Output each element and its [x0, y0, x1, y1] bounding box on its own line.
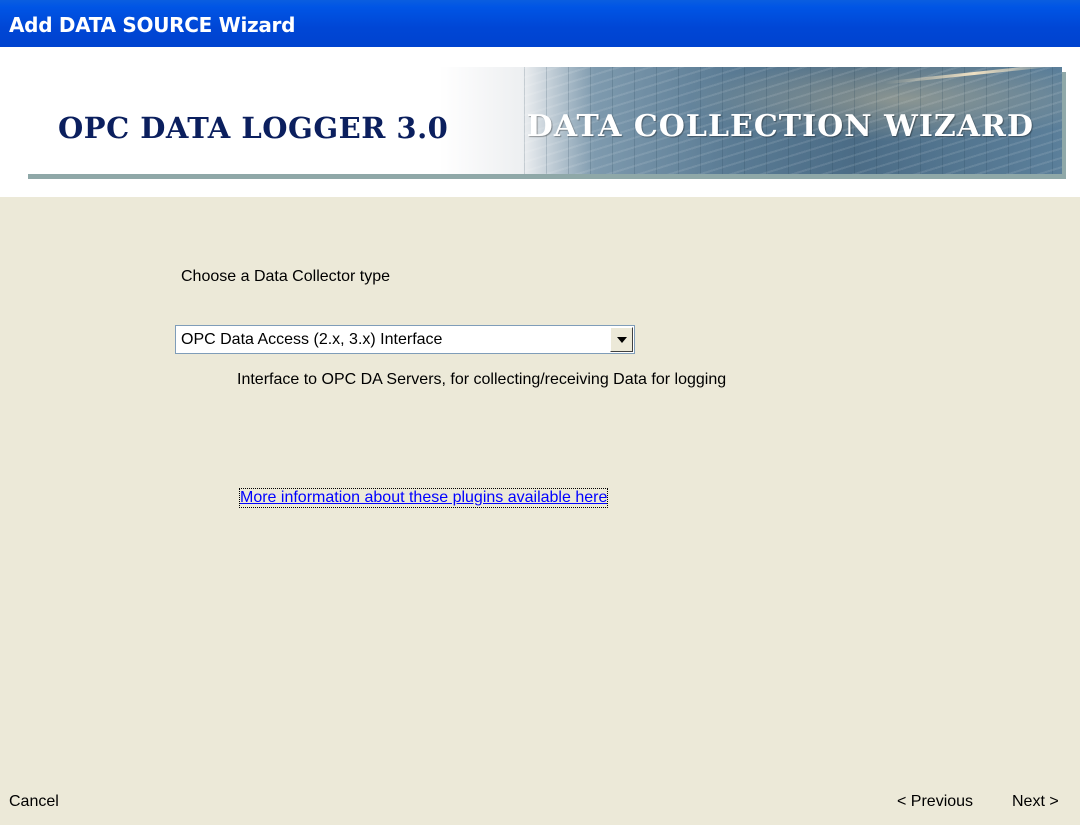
cancel-button[interactable]: Cancel — [9, 793, 59, 811]
collector-type-dropdown[interactable]: OPC Data Access (2.x, 3.x) Interface — [175, 325, 635, 354]
collector-type-selected-value: OPC Data Access (2.x, 3.x) Interface — [181, 331, 443, 348]
previous-button[interactable]: < Previous — [897, 793, 973, 811]
wizard-footer: Cancel < Previous Next > — [0, 777, 1080, 825]
chevron-down-icon — [617, 337, 627, 343]
window-title: Add DATA SOURCE Wizard — [9, 13, 296, 37]
collector-description: Interface to OPC DA Servers, for collect… — [237, 371, 727, 388]
dropdown-button[interactable] — [610, 327, 633, 352]
collector-type-prompt: Choose a Data Collector type — [181, 268, 390, 285]
wizard-banner: OPC DATA LOGGER 3.0 DATA COLLECTION WIZA… — [24, 67, 1062, 174]
banner-wizard-name: DATA COLLECTION WIZARD — [526, 109, 1034, 144]
more-info-link[interactable]: More information about these plugins ava… — [238, 488, 609, 508]
banner-product-name: OPC DATA LOGGER 3.0 — [58, 111, 449, 145]
window-title-bar[interactable]: Add DATA SOURCE Wizard — [0, 0, 1080, 47]
next-button[interactable]: Next > — [1012, 793, 1059, 811]
